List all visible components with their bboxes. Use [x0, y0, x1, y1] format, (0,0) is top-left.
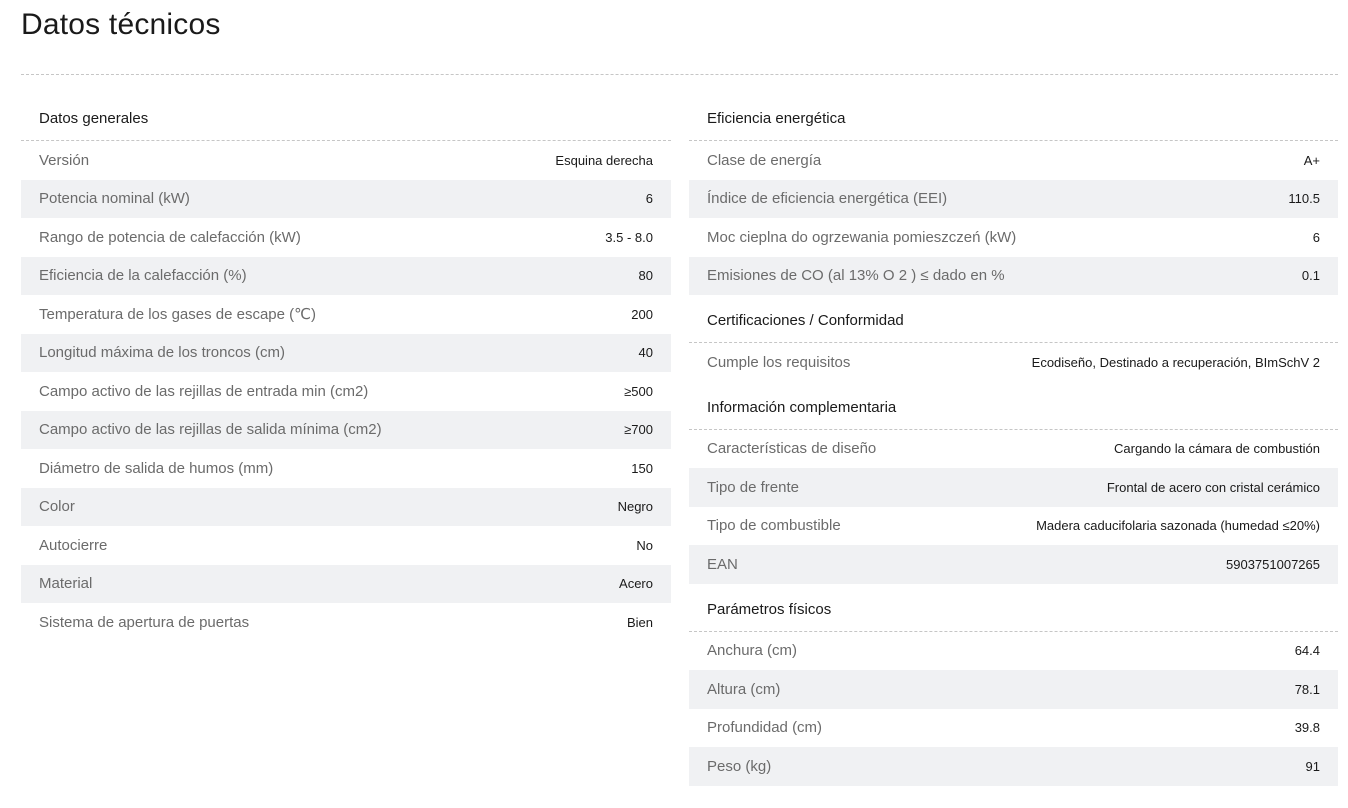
- spec-value: Frontal de acero con cristal cerámico: [1106, 479, 1320, 495]
- spec-label: Potencia nominal (kW): [39, 190, 190, 208]
- spec-label: Versión: [39, 151, 90, 169]
- spec-row: Campo activo de las rejillas de entrada …: [21, 372, 671, 411]
- spec-row: Anchura (cm) 64.4: [689, 632, 1338, 671]
- spec-label: Temperatura de los gases de escape (℃): [39, 306, 316, 324]
- spec-label: Tipo de combustible: [707, 517, 841, 535]
- section-title-certifications: Certificaciones / Conformidad: [689, 299, 1338, 343]
- spec-label: Color: [39, 498, 75, 516]
- spec-value: 6: [1312, 229, 1320, 245]
- spec-value: Bien: [626, 614, 653, 630]
- page-title: Datos técnicos: [21, 8, 221, 41]
- spec-row: Tipo de frente Frontal de acero con crist…: [689, 468, 1338, 507]
- section-title-general: Datos generales: [21, 96, 671, 141]
- spec-row: Campo activo de las rejillas de salida m…: [21, 410, 671, 449]
- spec-value: Negro: [617, 499, 653, 515]
- spec-label: Emisiones de CO (al 13% O 2 ) ≤ dado en …: [707, 267, 1005, 285]
- section-title-physical: Parámetros físicos: [689, 588, 1338, 632]
- spec-label: Tipo de frente: [707, 478, 799, 496]
- spec-label: Cumple los requisitos: [707, 353, 851, 371]
- spec-row: Diámetro de salida de humos (mm) 150: [21, 449, 671, 488]
- spec-label: Longitud máxima de los troncos (cm): [39, 344, 285, 362]
- spec-label: Profundidad (cm): [707, 719, 823, 737]
- physical-table: Anchura (cm) 64.4 Altura (cm) 78.1 Profund…: [689, 632, 1338, 786]
- spec-row: Sistema de apertura de puertas Bien: [21, 603, 671, 642]
- spec-label: Diámetro de salida de humos (mm): [39, 459, 274, 477]
- spec-value: 91: [1305, 758, 1320, 774]
- section-title-additional-info: Información complementaria: [689, 386, 1338, 430]
- spec-value: 40: [638, 345, 653, 361]
- spec-value: ≥700: [624, 422, 653, 438]
- spec-row: Peso (kg) 91: [689, 747, 1338, 786]
- spec-value: A+: [1303, 152, 1320, 168]
- spec-label: Campo activo de las rejillas de salida m…: [39, 421, 382, 439]
- tech-specs-page: Datos técnicos Datos generales Versión Es…: [0, 0, 1348, 808]
- spec-row: Tipo de combustible Madera caducifolaria …: [689, 507, 1338, 546]
- spec-row: Rango de potencia de calefacción (kW) 3.5…: [21, 218, 671, 257]
- spec-label: Sistema de apertura de puertas: [39, 613, 250, 631]
- spec-label: Características de diseño: [707, 440, 877, 458]
- spec-value: 3.5 - 8.0: [605, 229, 653, 245]
- spec-value: 150: [631, 460, 653, 476]
- spec-value: No: [636, 537, 653, 553]
- spec-row: Altura (cm) 78.1: [689, 670, 1338, 709]
- energy-table: Clase de energía A+ Índice de eficiencia …: [689, 141, 1338, 295]
- spec-value: Esquina derecha: [555, 152, 653, 168]
- spec-label: EAN: [707, 555, 738, 573]
- spec-label: Eficiencia de la calefacción (%): [39, 267, 247, 285]
- spec-row: Clase de energía A+: [689, 141, 1338, 180]
- spec-label: Material: [39, 575, 93, 593]
- spec-label: Autocierre: [39, 536, 108, 554]
- spec-value: Cargando la cámara de combustión: [1114, 441, 1320, 457]
- spec-value: 39.8: [1294, 720, 1320, 736]
- spec-label: Índice de eficiencia energética (EEI): [707, 190, 948, 208]
- spec-row: Color Negro: [21, 487, 671, 526]
- spec-value: 5903751007265: [1226, 556, 1320, 572]
- spec-value: 110.5: [1288, 191, 1320, 207]
- spec-value: 80: [638, 268, 653, 284]
- spec-label: Altura (cm): [707, 680, 781, 698]
- title-divider: [21, 74, 1338, 75]
- spec-label: Rango de potencia de calefacción (kW): [39, 228, 301, 246]
- spec-value: 0.1: [1301, 268, 1320, 284]
- spec-row: Longitud máxima de los troncos (cm) 40: [21, 333, 671, 372]
- spec-label: Clase de energía: [707, 151, 822, 169]
- additional-info-table: Características de diseño Cargando la cám…: [689, 430, 1338, 584]
- spec-value: Madera caducifolaria sazonada (humedad ≤…: [1036, 518, 1320, 534]
- spec-row: Temperatura de los gases de escape (℃) 20…: [21, 295, 671, 334]
- spec-value: 6: [645, 191, 653, 207]
- spec-value: 200: [631, 306, 653, 322]
- spec-row: Cumple los requisitos Ecodiseño, Destinad…: [689, 343, 1338, 382]
- general-data-column: Datos generales Versión Esquina derecha P…: [21, 96, 671, 642]
- spec-value: 78.1: [1294, 681, 1320, 697]
- spec-value: ≥500: [624, 383, 653, 399]
- spec-label: Moc cieplna do ogrzewania pomieszczeń (k…: [707, 228, 1017, 246]
- spec-row: Profundidad (cm) 39.8: [689, 709, 1338, 748]
- spec-row: Potencia nominal (kW) 6: [21, 179, 671, 218]
- section-title-energy: Eficiencia energética: [689, 96, 1338, 141]
- spec-row: Emisiones de CO (al 13% O 2 ) ≤ dado en …: [689, 256, 1338, 295]
- certifications-table: Cumple los requisitos Ecodiseño, Destinad…: [689, 343, 1338, 382]
- general-data-table: Versión Esquina derecha Potencia nominal …: [21, 141, 671, 642]
- spec-row: Eficiencia de la calefacción (%) 80: [21, 256, 671, 295]
- spec-value: Acero: [619, 576, 653, 592]
- spec-row: Moc cieplna do ogrzewania pomieszczeń (k…: [689, 218, 1338, 257]
- spec-value: Ecodiseño, Destinado a recuperación, BIm…: [1031, 354, 1320, 370]
- right-column: Eficiencia energética Clase de energía A+…: [689, 96, 1338, 786]
- spec-row: Características de diseño Cargando la cám…: [689, 430, 1338, 469]
- spec-value: 64.4: [1294, 643, 1320, 659]
- spec-label: Campo activo de las rejillas de entrada …: [39, 382, 369, 400]
- spec-row: Autocierre No: [21, 526, 671, 565]
- spec-row: Material Acero: [21, 564, 671, 603]
- spec-row: EAN 5903751007265: [689, 545, 1338, 584]
- spec-label: Peso (kg): [707, 757, 772, 775]
- spec-row: Índice de eficiencia energética (EEI) 110…: [689, 179, 1338, 218]
- spec-row: Versión Esquina derecha: [21, 141, 671, 180]
- spec-label: Anchura (cm): [707, 642, 798, 660]
